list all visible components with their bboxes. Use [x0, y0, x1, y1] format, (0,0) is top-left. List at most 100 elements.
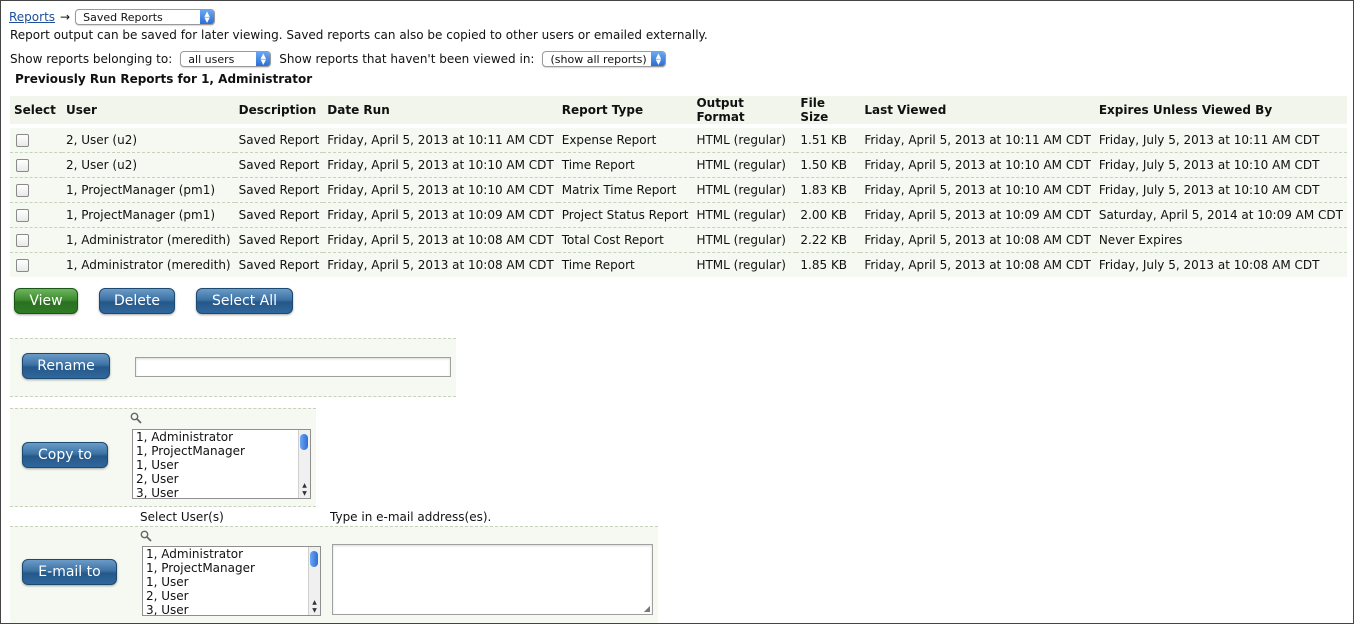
table-row: 1, ProjectManager (pm1) Saved Report Fri…: [10, 202, 1347, 228]
cell-report-type: Time Report: [557, 252, 693, 277]
list-item[interactable]: 1, Administrator: [143, 547, 320, 561]
viewed-select-value: (show all reports): [550, 52, 647, 66]
viewed-select[interactable]: (show all reports) ▲ ▼: [542, 51, 667, 67]
cell-expires: Never Expires: [1094, 227, 1347, 253]
delete-button[interactable]: Delete: [99, 288, 175, 314]
email-user-list[interactable]: 1, Administrator 1, ProjectManager 1, Us…: [142, 546, 321, 616]
report-page-select-value: Saved Reports: [83, 10, 163, 24]
list-item[interactable]: 2, User: [143, 589, 320, 603]
cell-user: 1, Administrator (meredith): [61, 252, 235, 277]
row-checkbox[interactable]: [16, 134, 29, 147]
view-button[interactable]: View: [14, 288, 78, 314]
scroll-down-icon[interactable]: ▼: [299, 490, 310, 497]
table-row: 1, Administrator (meredith) Saved Report…: [10, 252, 1347, 277]
cell-report-type: Matrix Time Report: [557, 177, 693, 203]
resize-grip-icon[interactable]: ◢: [644, 604, 650, 613]
row-checkbox[interactable]: [16, 259, 29, 272]
cell-file-size: 2.22 KB: [796, 227, 861, 253]
header-user: User: [61, 96, 235, 127]
cell-user: 1, ProjectManager (pm1): [61, 177, 235, 203]
cell-description: Saved Report: [234, 124, 324, 153]
list-item[interactable]: 3, User: [143, 603, 320, 615]
row-checkbox[interactable]: [16, 209, 29, 222]
copy-user-list[interactable]: 1, Administrator 1, ProjectManager 1, Us…: [132, 429, 311, 499]
cell-date-run: Friday, April 5, 2013 at 10:08 AM CDT: [323, 252, 558, 277]
list-item[interactable]: 1, Administrator: [133, 430, 310, 444]
belonging-select[interactable]: all users ▲ ▼: [180, 51, 272, 67]
copy-list-scrollbar[interactable]: ▲ ▼: [298, 430, 310, 498]
email-to-button[interactable]: E-mail to: [22, 559, 117, 585]
rename-input[interactable]: [135, 357, 451, 377]
email-address-textarea[interactable]: ◢: [332, 544, 653, 615]
cell-expires: Friday, July 5, 2013 at 10:10 AM CDT: [1094, 177, 1347, 203]
cell-last-viewed: Friday, April 5, 2013 at 10:10 AM CDT: [860, 177, 1095, 203]
row-select-cell: [10, 202, 62, 228]
cell-user: 1, ProjectManager (pm1): [61, 202, 235, 228]
cell-description: Saved Report: [234, 252, 324, 277]
reports-table: Select User Description Date Run Report …: [10, 96, 1347, 277]
row-checkbox[interactable]: [16, 234, 29, 247]
header-last-viewed: Last Viewed: [860, 96, 1095, 127]
row-select-cell: [10, 152, 62, 178]
cell-user: 1, Administrator (meredith): [61, 227, 235, 253]
scroll-up-icon[interactable]: ▲: [299, 482, 310, 489]
select-all-button[interactable]: Select All: [196, 288, 293, 314]
email-list-scrollbar[interactable]: ▲ ▼: [308, 547, 320, 615]
cell-expires: Friday, July 5, 2013 at 10:08 AM CDT: [1094, 252, 1347, 277]
cell-output-format: HTML (regular): [692, 227, 797, 253]
breadcrumb-arrow: →: [60, 10, 71, 24]
row-checkbox[interactable]: [16, 159, 29, 172]
list-item[interactable]: 1, ProjectManager: [143, 561, 320, 575]
header-output-format: Output Format: [692, 96, 797, 127]
table-caption: Previously Run Reports for 1, Administra…: [15, 72, 313, 86]
copy-to-button[interactable]: Copy to: [22, 442, 108, 468]
email-address-label: Type in e-mail address(es).: [330, 510, 492, 524]
intro-text: Report output can be saved for later vie…: [10, 28, 708, 42]
row-select-cell: [10, 124, 62, 153]
list-item[interactable]: 3, User: [133, 486, 310, 498]
list-item[interactable]: 2, User: [133, 472, 310, 486]
cell-output-format: HTML (regular): [692, 152, 797, 178]
table-row: 2, User (u2) Saved Report Friday, April …: [10, 124, 1347, 153]
cell-last-viewed: Friday, April 5, 2013 at 10:11 AM CDT: [860, 124, 1095, 153]
magnifier-icon[interactable]: [140, 530, 152, 545]
breadcrumb-reports-link[interactable]: Reports: [9, 10, 55, 24]
table-header-row: Select User Description Date Run Report …: [10, 96, 1347, 127]
row-select-cell: [10, 252, 62, 277]
cell-description: Saved Report: [234, 177, 324, 203]
cell-expires: Saturday, April 5, 2014 at 10:09 AM CDT: [1094, 202, 1347, 228]
select-arrows-icon: ▲ ▼: [256, 52, 271, 66]
scroll-up-icon[interactable]: ▲: [309, 599, 320, 606]
cell-file-size: 2.00 KB: [796, 202, 861, 228]
cell-date-run: Friday, April 5, 2013 at 10:09 AM CDT: [323, 202, 558, 228]
cell-output-format: HTML (regular): [692, 202, 797, 228]
table-row: 1, ProjectManager (pm1) Saved Report Fri…: [10, 177, 1347, 203]
row-checkbox[interactable]: [16, 184, 29, 197]
cell-date-run: Friday, April 5, 2013 at 10:11 AM CDT: [323, 124, 558, 153]
cell-date-run: Friday, April 5, 2013 at 10:10 AM CDT: [323, 152, 558, 178]
cell-user: 2, User (u2): [61, 152, 235, 178]
header-date-run: Date Run: [323, 96, 558, 127]
cell-last-viewed: Friday, April 5, 2013 at 10:09 AM CDT: [860, 202, 1095, 228]
cell-file-size: 1.50 KB: [796, 152, 861, 178]
cell-report-type: Time Report: [557, 152, 693, 178]
scroll-thumb[interactable]: [310, 551, 318, 567]
list-item[interactable]: 1, User: [133, 458, 310, 472]
report-page-select[interactable]: Saved Reports ▲ ▼: [75, 9, 216, 25]
cell-output-format: HTML (regular): [692, 252, 797, 277]
scroll-down-icon[interactable]: ▼: [309, 607, 320, 614]
cell-last-viewed: Friday, April 5, 2013 at 10:10 AM CDT: [860, 152, 1095, 178]
cell-output-format: HTML (regular): [692, 177, 797, 203]
magnifier-icon[interactable]: [130, 412, 142, 427]
scroll-thumb[interactable]: [300, 434, 308, 450]
select-arrows-icon: ▲ ▼: [651, 52, 666, 66]
header-select: Select: [10, 96, 62, 127]
header-report-type: Report Type: [557, 96, 693, 127]
cell-description: Saved Report: [234, 227, 324, 253]
list-item[interactable]: 1, User: [143, 575, 320, 589]
row-select-cell: [10, 177, 62, 203]
list-item[interactable]: 1, ProjectManager: [133, 444, 310, 458]
cell-report-type: Project Status Report: [557, 202, 693, 228]
rename-button[interactable]: Rename: [22, 353, 110, 379]
cell-file-size: 1.83 KB: [796, 177, 861, 203]
